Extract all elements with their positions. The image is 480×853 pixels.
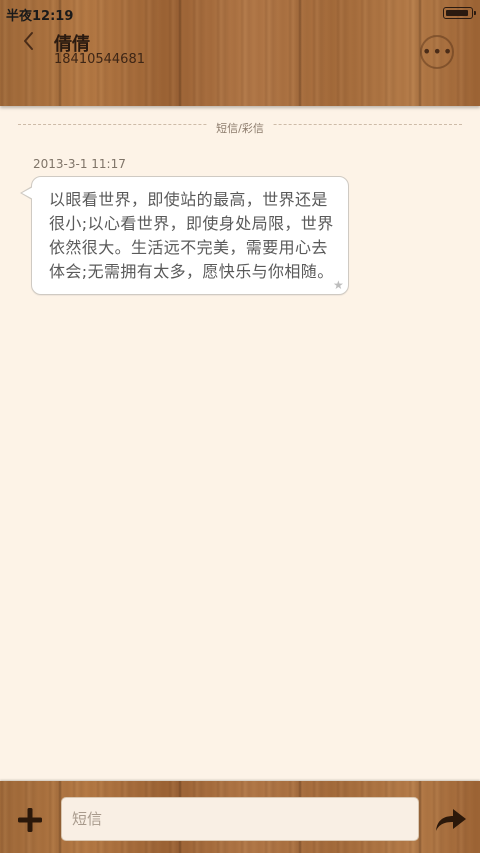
add-attachment-button[interactable] [16, 806, 44, 834]
plus-icon [18, 808, 42, 832]
sms-input[interactable] [61, 797, 419, 841]
more-options-button[interactable]: ••• [420, 35, 454, 69]
more-dots-icon: ••• [422, 42, 454, 61]
battery-icon [443, 7, 476, 19]
message-timestamp: 2013-3-1 11:17 [33, 157, 126, 171]
channel-divider-label: 短信/彩信 [208, 122, 272, 135]
star-icon[interactable]: ★ [333, 279, 344, 291]
contact-number: 18410544681 [54, 52, 145, 67]
chevron-left-icon [24, 32, 33, 50]
message-text: 以眼看世界，即使站的最高，世界还是很小;以心看世界，即使身处局限，世界依然很大。… [49, 190, 334, 281]
channel-divider: 短信/彩信 [0, 117, 480, 136]
battery-level [446, 10, 468, 16]
send-button[interactable] [434, 806, 468, 834]
status-time: 半夜12:19 [6, 9, 74, 24]
send-arrow-icon [436, 809, 466, 831]
header-bar: 半夜12:19 倩倩 18410544681 ••• [0, 0, 480, 106]
back-button[interactable] [14, 26, 44, 56]
